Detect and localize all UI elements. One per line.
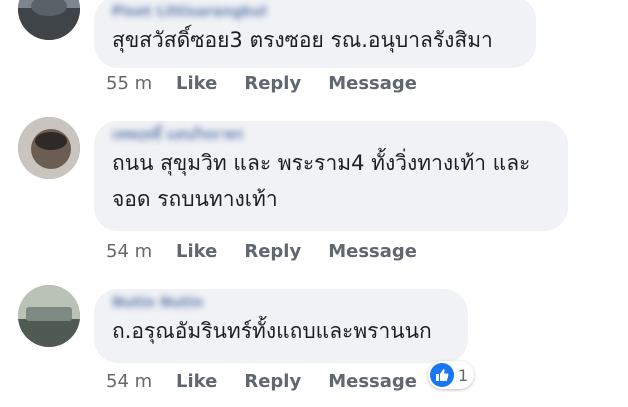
comment-bubble: Piset Littisarangkul สุขสวัสดิ์ซอย3 ตรงซ… [94, 0, 536, 68]
message-button[interactable]: Message [328, 241, 417, 262]
comment-actions: 55 m Like Reply Message [106, 73, 444, 94]
avatar-photo-icon [18, 117, 80, 179]
avatar[interactable] [18, 285, 80, 347]
comment-timestamp[interactable]: 54 m [106, 241, 176, 262]
comment-text-line-2: จอด รถบนทางเท้า [112, 187, 278, 211]
comment-actions: 54 m Like Reply Message [106, 241, 444, 262]
comment-timestamp[interactable]: 55 m [106, 73, 176, 94]
like-button[interactable]: Like [176, 241, 217, 262]
reaction-count: 1 [458, 365, 469, 385]
comment-author[interactable]: Piset Littisarangkul [112, 2, 518, 22]
comment-text: ถ.อรุณอัมรินทร์ทั้งแถบและพรานนก [112, 319, 432, 343]
avatar-photo-icon [18, 285, 80, 347]
comment-timestamp[interactable]: 54 m [106, 371, 176, 392]
message-button[interactable]: Message [328, 73, 417, 94]
avatar-photo-icon [18, 0, 80, 40]
reply-button[interactable]: Reply [244, 371, 301, 392]
avatar[interactable] [18, 117, 80, 179]
comment-author[interactable]: Nutin Nutin [112, 293, 450, 313]
reply-button[interactable]: Reply [244, 73, 301, 94]
comment-bubble: เทพฤทธิ์ แสนกิจจาพร ถนน สุขุมวิท และ พระ… [94, 121, 568, 231]
comment-bubble: Nutin Nutin ถ.อรุณอัมรินทร์ทั้งแถบและพรา… [94, 289, 468, 363]
message-button[interactable]: Message [328, 371, 417, 392]
like-button[interactable]: Like [176, 371, 217, 392]
like-button[interactable]: Like [176, 73, 217, 94]
comment-actions: 54 m Like Reply Message [106, 371, 444, 392]
comment-text: สุขสวัสดิ์ซอย3 ตรงซอย รณ.อนุบาลรังสิมา [112, 28, 493, 52]
avatar[interactable] [18, 0, 80, 40]
comment-author[interactable]: เทพฤทธิ์ แสนกิจจาพร [112, 125, 550, 145]
reply-button[interactable]: Reply [244, 241, 301, 262]
reaction-summary[interactable]: 1 [428, 361, 475, 389]
thumbs-up-icon [430, 363, 454, 387]
comment-text-line-1: ถนน สุขุมวิท และ พระราม4 ทั้งวิ่งทางเท้า… [112, 151, 531, 175]
